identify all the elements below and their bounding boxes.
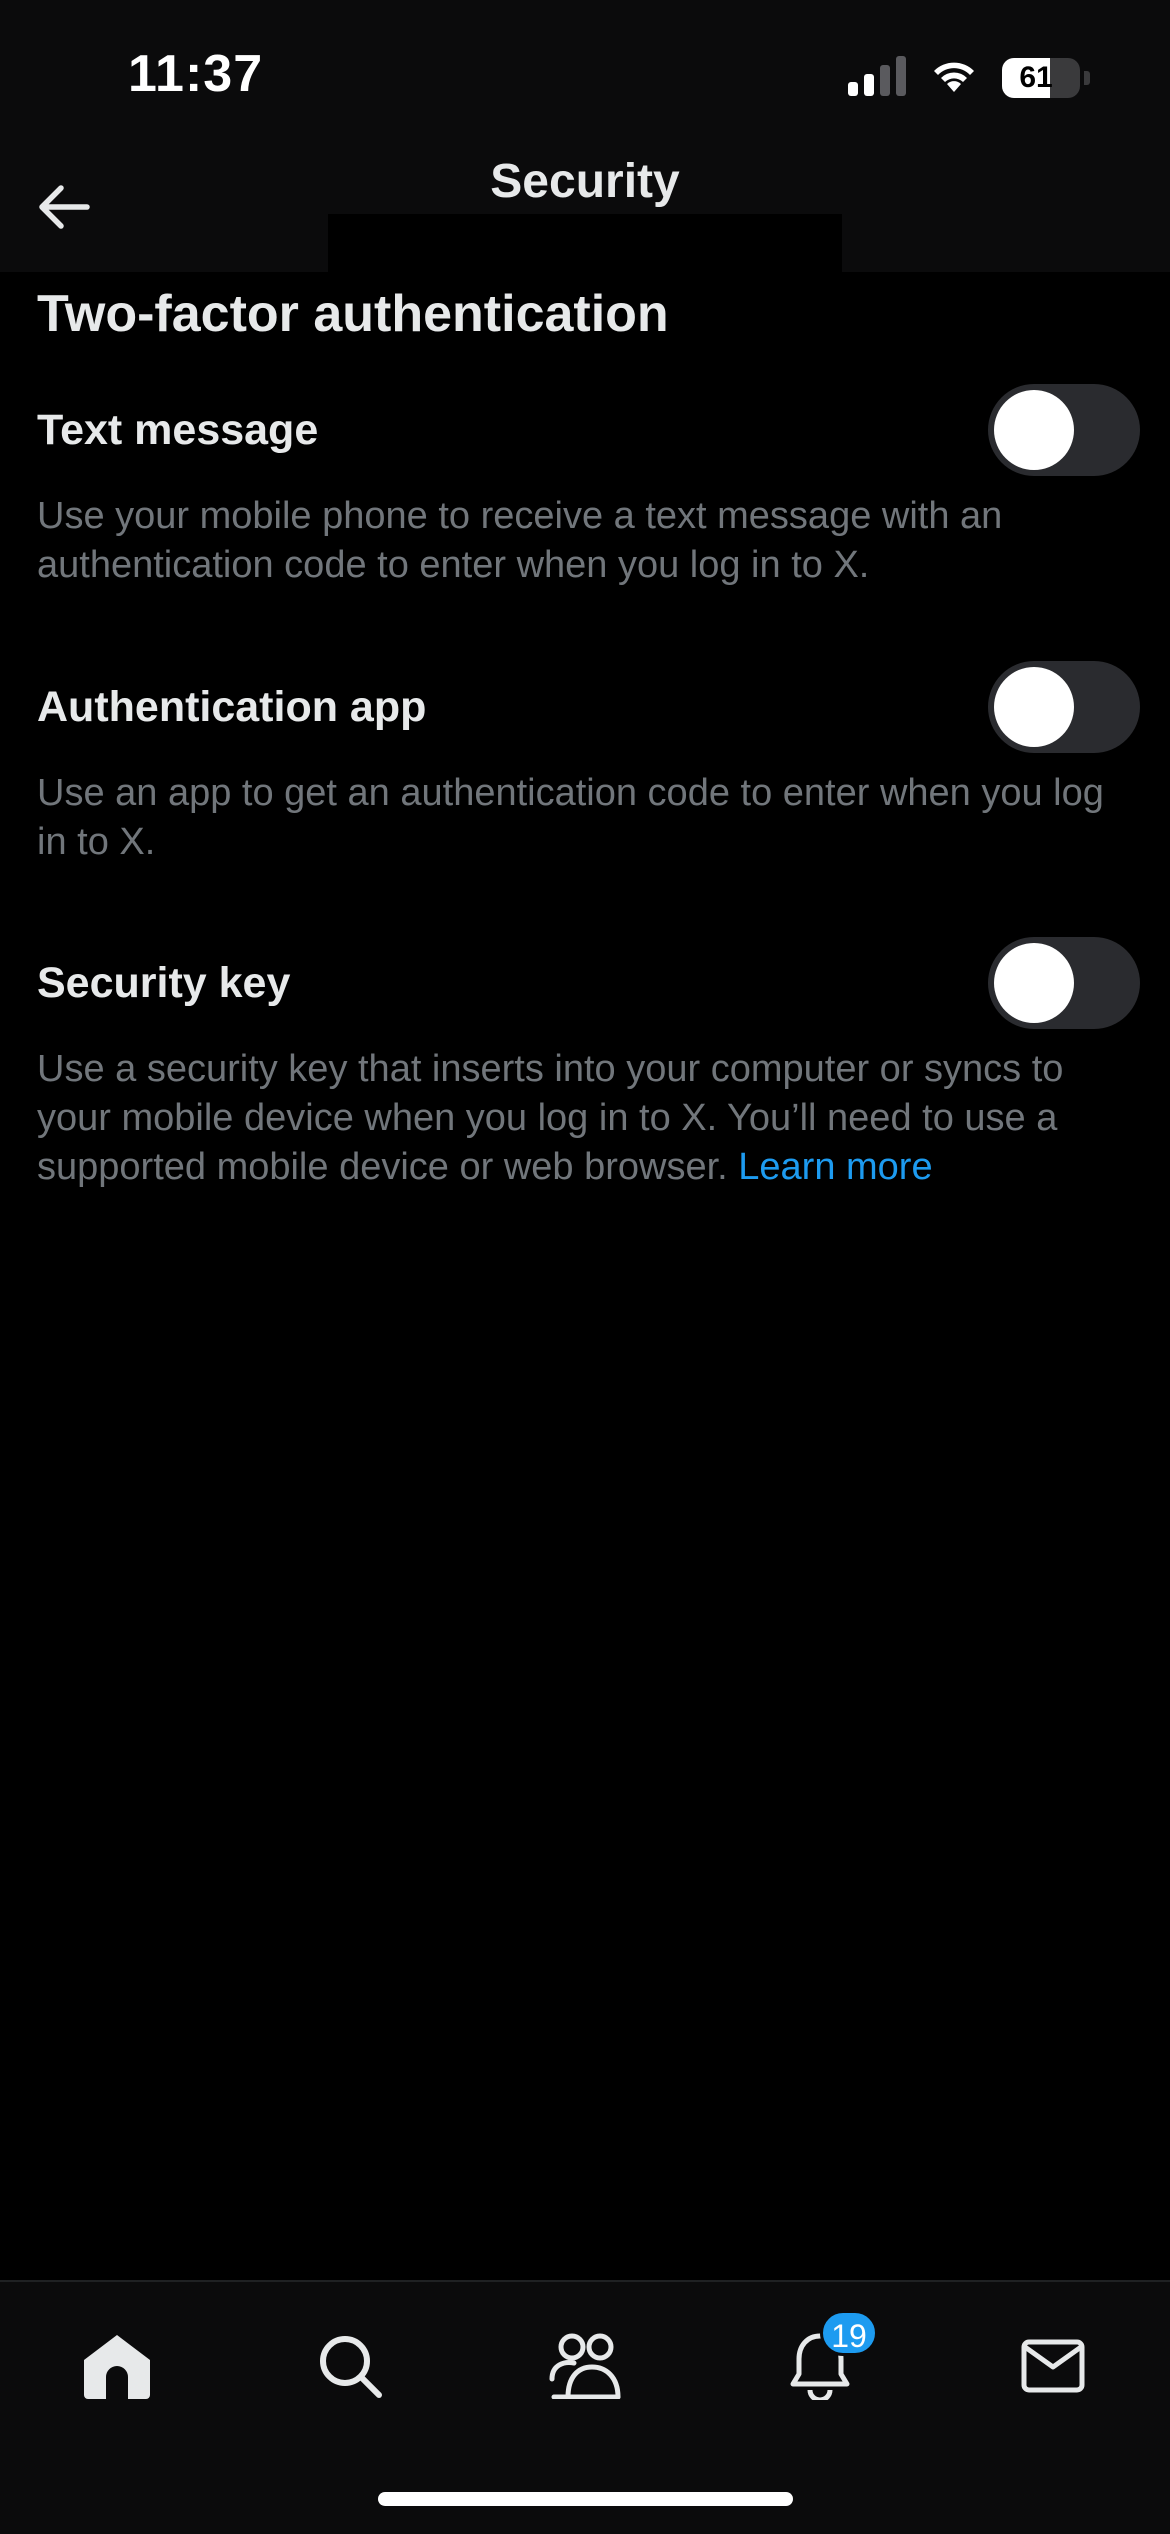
status-bar: 11:37 61 <box>0 0 1170 150</box>
section-heading: Two-factor authentication <box>37 285 669 343</box>
cellular-signal-icon <box>848 55 906 101</box>
text-message-toggle[interactable] <box>988 384 1140 476</box>
tab-search[interactable] <box>300 2318 400 2418</box>
toggle-knob <box>994 943 1074 1023</box>
search-icon <box>317 2333 383 2404</box>
tab-communities[interactable] <box>535 2318 635 2418</box>
home-indicator[interactable] <box>378 2492 793 2506</box>
tab-messages[interactable] <box>1003 2318 1103 2418</box>
page-title: Security <box>490 155 680 208</box>
notifications-badge: 19 <box>820 2310 878 2356</box>
battery-cap <box>1084 71 1090 85</box>
toggle-knob <box>994 667 1074 747</box>
tab-home[interactable] <box>67 2318 167 2418</box>
status-icons: 61 <box>848 55 1090 101</box>
home-icon <box>82 2333 152 2404</box>
header: Security <box>0 150 1170 272</box>
tab-notifications[interactable]: 19 <box>770 2310 878 2418</box>
option-label: Authentication app <box>37 683 427 731</box>
option-description: Use a security key that inserts into you… <box>37 1045 1127 1192</box>
wifi-icon <box>928 56 980 101</box>
header-divider <box>328 214 842 272</box>
learn-more-link[interactable]: Learn more <box>738 1146 932 1188</box>
option-description: Use your mobile phone to receive a text … <box>37 495 1003 586</box>
mail-icon <box>1021 2339 1085 2398</box>
toggle-knob <box>994 390 1074 470</box>
status-time: 11:37 <box>128 45 264 103</box>
option-label: Security key <box>37 959 291 1007</box>
communities-icon <box>548 2333 622 2404</box>
battery-indicator: 61 <box>1002 58 1080 98</box>
battery-percent: 61 <box>1019 61 1053 94</box>
authentication-app-toggle[interactable] <box>988 661 1140 753</box>
option-label: Text message <box>37 406 319 454</box>
option-description: Use an app to get an authentication code… <box>37 772 1104 863</box>
security-key-toggle[interactable] <box>988 937 1140 1029</box>
